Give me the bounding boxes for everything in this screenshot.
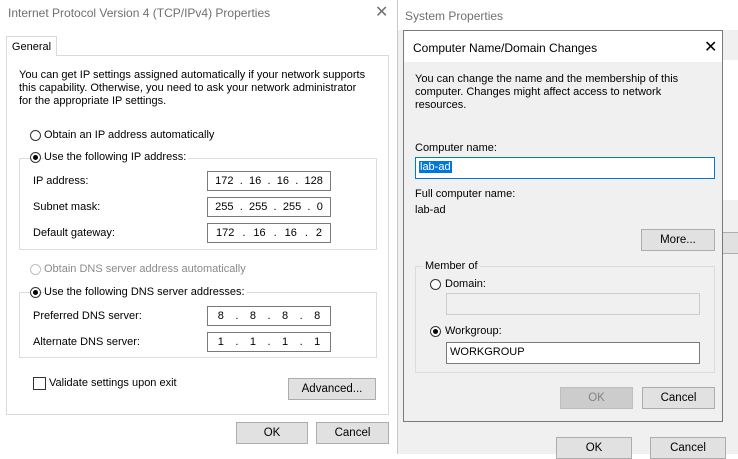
ip-address-label: IP address:	[33, 175, 89, 187]
alternate-dns-field[interactable]: 1. 1. 1. 1	[207, 332, 331, 352]
ip-address-octet-4: 128	[304, 175, 323, 187]
computer-name-dialog-title: Computer Name/Domain Changes	[413, 41, 598, 55]
workgroup-value: WORKGROUP	[450, 346, 525, 358]
system-properties-cancel-button[interactable]: Cancel	[650, 437, 726, 459]
computer-name-value: lab-ad	[419, 161, 452, 173]
validate-checkbox[interactable]	[33, 377, 46, 390]
preferred-dns-octet-4: 8	[314, 310, 321, 322]
default-gateway-label: Default gateway:	[33, 227, 115, 239]
computer-name-intro: You can change the name and the membersh…	[415, 73, 679, 111]
subnet-octet-4: 0	[316, 201, 323, 213]
advanced-button[interactable]: Advanced...	[288, 378, 376, 400]
ip-address-field[interactable]: 172. 16. 16. 128	[207, 171, 331, 191]
subnet-octet-1: 255	[215, 201, 234, 213]
preferred-dns-octet-1: 8	[217, 310, 224, 322]
domain-radio[interactable]	[430, 279, 441, 290]
domain-label: Domain:	[445, 278, 486, 290]
ipv4-properties-window: Internet Protocol Version 4 (TCP/IPv4) P…	[0, 0, 397, 454]
obtain-ip-auto-radio[interactable]	[30, 130, 41, 141]
full-computer-name-value: lab-ad	[415, 204, 446, 216]
member-of-label: Member of	[423, 260, 480, 272]
name-changes-ok-button[interactable]: OK	[560, 387, 633, 409]
computer-name-dialog: Computer Name/Domain Changes ✕ You can c…	[403, 30, 723, 422]
subnet-octet-3: 255	[282, 201, 302, 213]
system-properties-ok-button[interactable]: OK	[556, 437, 632, 459]
computer-name-input[interactable]: lab-ad	[415, 157, 715, 179]
use-following-ip-radio[interactable]	[30, 152, 41, 163]
domain-input[interactable]	[446, 293, 700, 315]
subnet-mask-label: Subnet mask:	[33, 201, 101, 213]
system-properties-title: System Properties	[405, 9, 504, 23]
use-following-ip-label: Use the following IP address:	[44, 151, 189, 163]
system-properties-content-edge	[722, 60, 738, 200]
ip-address-octet-1: 172	[215, 175, 234, 187]
alternate-dns-octet-4: 1	[314, 336, 321, 348]
more-button[interactable]: More...	[641, 229, 715, 251]
close-icon[interactable]: ✕	[375, 5, 388, 21]
preferred-dns-octet-3: 8	[281, 310, 289, 322]
obtain-dns-auto-radio[interactable]	[30, 264, 41, 275]
validate-label: Validate settings upon exit	[49, 377, 177, 389]
tab-general-label: General	[11, 40, 52, 53]
alternate-dns-label: Alternate DNS server:	[33, 336, 140, 348]
ipv4-window-title: Internet Protocol Version 4 (TCP/IPv4) P…	[8, 6, 271, 20]
gateway-octet-1: 172	[215, 227, 235, 239]
gateway-octet-2: 16	[253, 227, 266, 239]
subnet-octet-2: 255	[248, 201, 268, 213]
gateway-octet-4: 2	[315, 227, 322, 239]
obtain-dns-auto-label: Obtain DNS server address automatically	[44, 263, 246, 275]
tab-general[interactable]: General	[6, 36, 57, 56]
gateway-octet-3: 16	[284, 227, 297, 239]
ip-address-octet-2: 16	[248, 175, 262, 187]
preferred-dns-octet-2: 8	[249, 310, 256, 322]
use-following-dns-radio[interactable]	[30, 287, 41, 298]
computer-name-label: Computer name:	[415, 142, 497, 154]
default-gateway-field[interactable]: 172. 16. 16. 2	[207, 223, 331, 243]
full-computer-name-label: Full computer name:	[415, 188, 516, 200]
workgroup-input[interactable]: WORKGROUP	[446, 342, 700, 364]
alternate-dns-octet-1: 1	[217, 336, 224, 348]
preferred-dns-label: Preferred DNS server:	[33, 310, 142, 322]
alternate-dns-octet-2: 1	[249, 336, 256, 348]
name-changes-cancel-button[interactable]: Cancel	[642, 387, 715, 409]
subnet-mask-field[interactable]: 255. 255. 255. 0	[207, 197, 331, 217]
alternate-dns-octet-3: 1	[281, 336, 289, 348]
workgroup-radio[interactable]	[430, 326, 441, 337]
use-following-dns-label: Use the following DNS server addresses:	[44, 286, 247, 298]
workgroup-label: Workgroup:	[445, 325, 502, 337]
ipv4-intro-text: You can get IP settings assigned automat…	[19, 69, 366, 107]
ipv4-ok-button[interactable]: OK	[236, 422, 308, 444]
preferred-dns-field[interactable]: 8. 8. 8. 8	[207, 306, 331, 326]
obtain-ip-auto-label: Obtain an IP address automatically	[44, 129, 215, 141]
ipv4-cancel-button[interactable]: Cancel	[316, 422, 389, 444]
ip-address-octet-3: 16	[276, 175, 289, 187]
close-icon[interactable]: ✕	[704, 40, 717, 56]
